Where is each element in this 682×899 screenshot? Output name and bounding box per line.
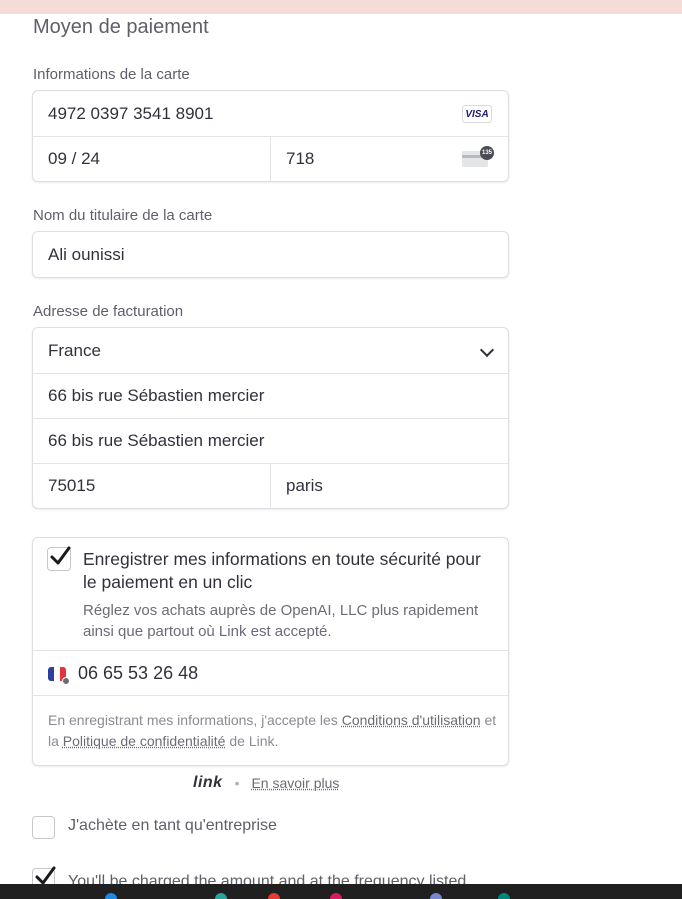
- address-line1-input[interactable]: 66 bis rue Sébastien mercier: [33, 374, 508, 418]
- country-code-dropdown-icon[interactable]: [62, 677, 70, 685]
- expiry-input[interactable]: 09 / 24: [33, 137, 270, 181]
- legal-suffix: de Link.: [225, 733, 279, 749]
- visa-icon: VISA: [462, 105, 492, 123]
- link-save-title: Enregistrer mes informations en toute sé…: [83, 549, 481, 592]
- city-value: paris: [286, 476, 323, 495]
- link-save-description: Réglez vos achats auprès de OpenAI, LLC …: [83, 602, 479, 640]
- address-line1-value: 66 bis rue Sébastien mercier: [48, 386, 265, 405]
- cvc-badge: 135: [480, 146, 494, 160]
- cardholder-name-input[interactable]: Ali ounissi: [33, 232, 508, 277]
- chevron-down-icon: [479, 342, 495, 358]
- taskbar: [0, 884, 682, 899]
- taskbar-app-icon[interactable]: [330, 893, 342, 899]
- learn-more-link[interactable]: En savoir plus: [251, 775, 339, 791]
- billing-address-label: Adresse de facturation: [33, 303, 184, 320]
- country-select[interactable]: France: [33, 328, 508, 373]
- country-row: France: [33, 328, 508, 373]
- card-info-label: Informations de la carte: [33, 66, 190, 83]
- business-checkbox[interactable]: [32, 816, 55, 839]
- cardholder-group: Ali ounissi: [32, 231, 509, 278]
- address-line1-row: 66 bis rue Sébastien mercier: [33, 373, 508, 418]
- section-title: Moyen de paiement: [33, 16, 209, 38]
- taskbar-app-icon[interactable]: [430, 893, 442, 899]
- taskbar-app-icon[interactable]: [268, 893, 280, 899]
- expiry-value: 09 / 24: [48, 149, 100, 168]
- link-logo: link: [193, 774, 223, 791]
- taskbar-app-icon[interactable]: [498, 893, 510, 899]
- link-legal-text: En enregistrant mes informations, j'acce…: [48, 710, 498, 752]
- link-footer: link • En savoir plus: [193, 774, 339, 792]
- card-number-input[interactable]: 4972 0397 3541 8901 VISA: [33, 91, 508, 136]
- address-line2-value: 66 bis rue Sébastien mercier: [48, 431, 265, 450]
- billing-address-group: France 66 bis rue Sébastien mercier 66 b…: [32, 327, 509, 509]
- cvc-value: 718: [286, 149, 315, 168]
- card-number-row: 4972 0397 3541 8901 VISA: [33, 91, 508, 136]
- taskbar-app-icon[interactable]: [105, 893, 117, 899]
- country-value: France: [48, 340, 101, 360]
- postal-code-input[interactable]: 75015: [33, 464, 270, 508]
- phone-value: 06 65 53 26 48: [78, 663, 199, 683]
- cardholder-name-value: Ali ounissi: [48, 244, 125, 264]
- checkmark-icon: [50, 546, 71, 565]
- postal-code-value: 75015: [48, 476, 96, 495]
- cardholder-label: Nom du titulaire de la carte: [33, 207, 213, 224]
- legal-prefix: En enregistrant mes informations, j'acce…: [48, 712, 342, 728]
- address-line2-row: 66 bis rue Sébastien mercier: [33, 418, 508, 463]
- top-banner-strip: [0, 0, 682, 14]
- cardholder-row: Ali ounissi: [33, 232, 508, 277]
- card-number-value: 4972 0397 3541 8901: [48, 103, 214, 123]
- card-expiry-cvc-row: 09 / 24 718 135: [33, 136, 508, 181]
- link-save-checkbox[interactable]: [47, 546, 71, 571]
- terms-link[interactable]: Conditions d'utilisation: [342, 712, 481, 728]
- city-input[interactable]: paris: [270, 464, 508, 508]
- phone-input[interactable]: 06 65 53 26 48: [33, 650, 508, 696]
- cvc-card-icon: 135: [462, 146, 494, 167]
- taskbar-app-icon[interactable]: [215, 893, 227, 899]
- link-save-panel: Enregistrer mes informations en toute sé…: [32, 537, 509, 766]
- address-line2-input[interactable]: 66 bis rue Sébastien mercier: [33, 419, 508, 463]
- postal-city-row: 75015 paris: [33, 463, 508, 508]
- separator-dot: •: [234, 775, 240, 791]
- privacy-link[interactable]: Politique de confidentialité: [63, 733, 226, 749]
- cvc-input[interactable]: 718 135: [270, 137, 508, 181]
- business-checkbox-label: J'achète en tant qu'entreprise: [68, 817, 277, 834]
- card-info-group: 4972 0397 3541 8901 VISA 09 / 24 718 135: [32, 90, 509, 182]
